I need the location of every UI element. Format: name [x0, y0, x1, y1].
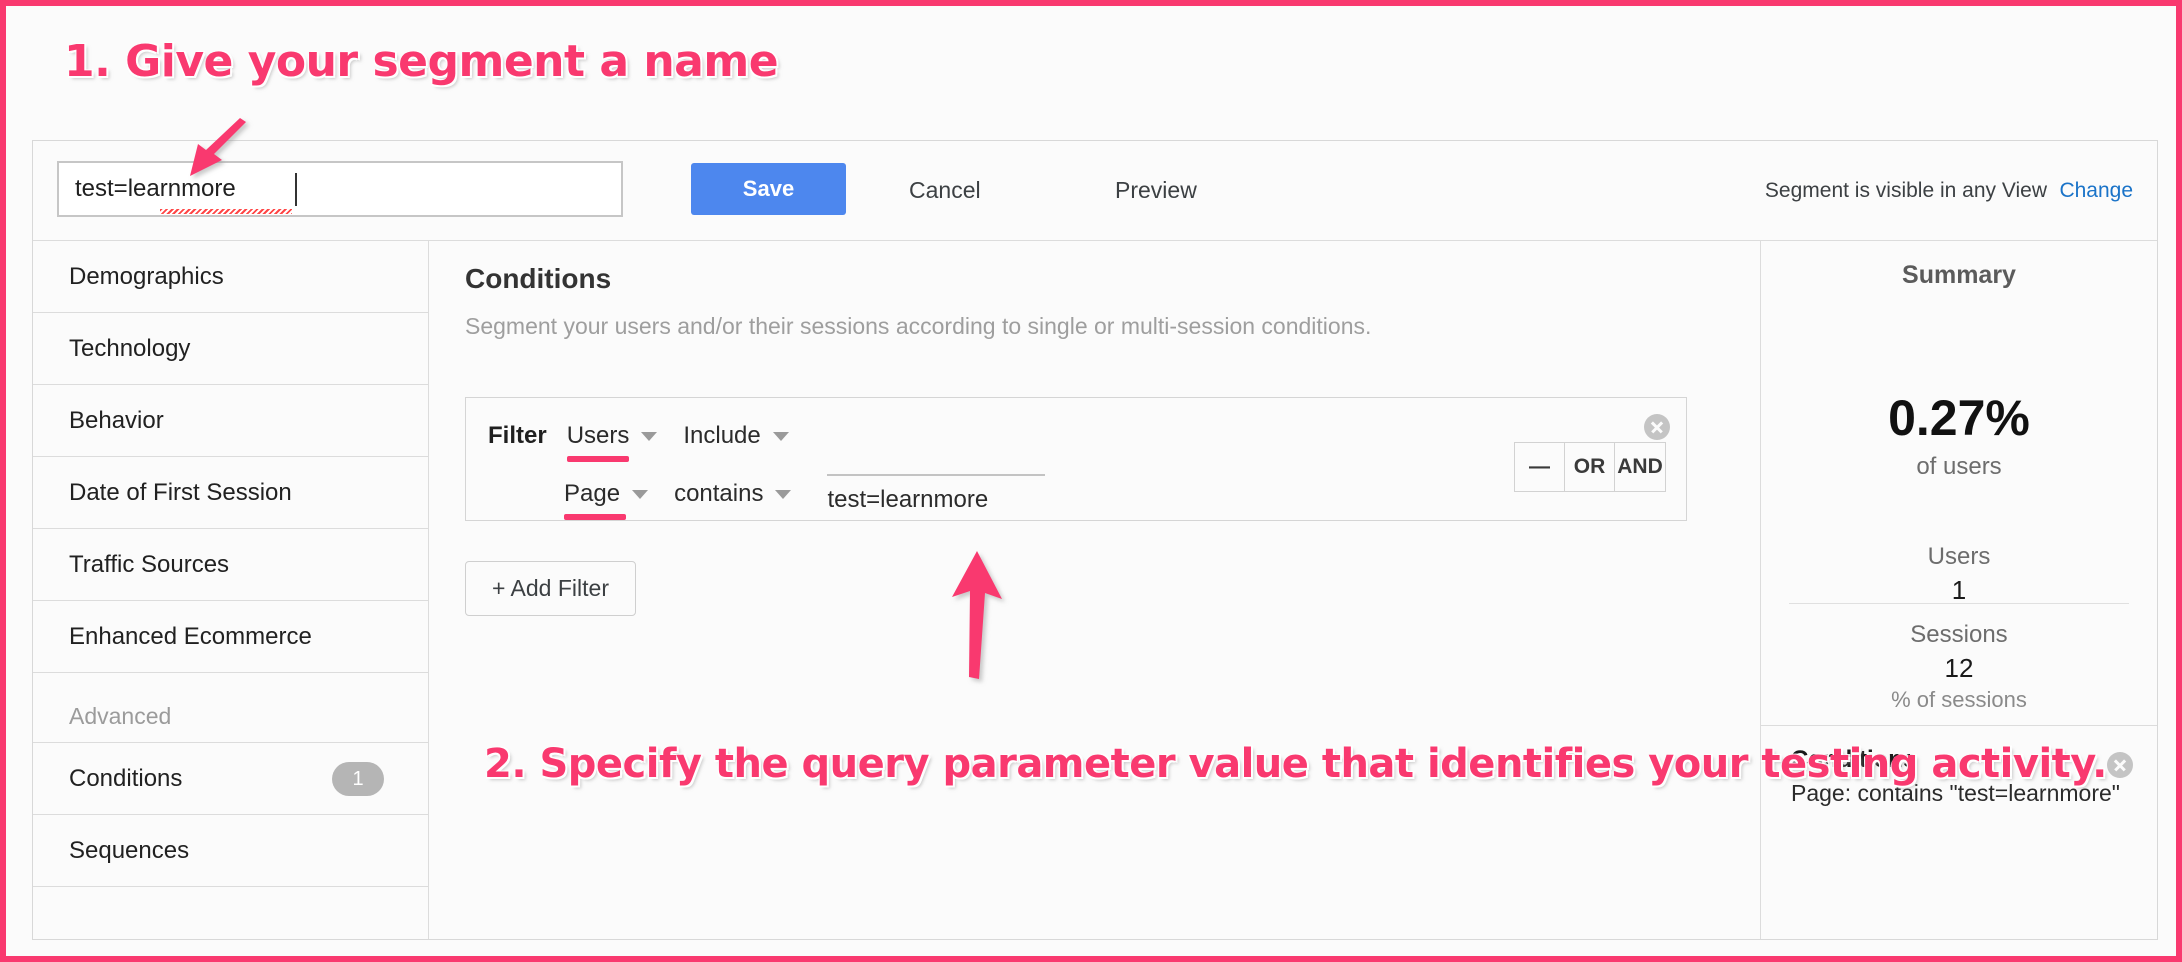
segment-name-input[interactable] — [57, 161, 623, 217]
segment-toolbar: Save Cancel Preview Segment is visible i… — [33, 141, 2157, 241]
summary-percent-value: 0.27% — [1888, 390, 2030, 446]
filter-scope-value: Users — [566, 422, 630, 449]
summary-conditions-title: Conditions — [1791, 746, 1917, 773]
filter-card: Filter Users Include Page contains test=… — [465, 397, 1687, 521]
remove-filter-close-icon[interactable] — [1644, 414, 1670, 440]
chevron-down-icon — [632, 489, 649, 499]
sidebar-item-traffic-sources[interactable]: Traffic Sources — [33, 529, 428, 601]
filter-logic-button-group: — OR AND — [1514, 442, 1666, 492]
summary-title: Summary — [1902, 261, 2016, 289]
chevron-down-icon — [772, 431, 789, 441]
segment-category-sidebar: Demographics Technology Behavior Date of… — [33, 241, 429, 939]
filter-operator-value: contains — [674, 480, 764, 507]
summary-metric-users: Users 1 — [1761, 541, 2157, 607]
sidebar-item-label: Conditions — [69, 765, 183, 792]
text-cursor — [295, 173, 297, 206]
sidebar-item-sequences[interactable]: Sequences — [33, 815, 428, 887]
remove-conditions-close-icon[interactable] — [2107, 752, 2133, 778]
sidebar-item-demographics[interactable]: Demographics — [33, 241, 428, 313]
filter-scope-dropdown[interactable]: Users — [566, 422, 658, 462]
filter-dimension-dropdown[interactable]: Page — [564, 480, 649, 520]
filter-value-field-wrap — [827, 474, 1046, 514]
segment-builder-screenshot: 1. Give your segment a name 2. Specify t… — [0, 0, 2182, 962]
preview-button[interactable]: Preview — [1115, 177, 1197, 204]
metric-value: 1 — [1951, 575, 1967, 605]
filter-condition-row: Page contains — [564, 474, 1046, 520]
sidebar-item-label: Enhanced Ecommerce — [69, 623, 312, 650]
filter-label: Filter — [488, 422, 547, 449]
conditions-count-badge: 1 — [332, 762, 384, 796]
segment-visibility-note: Segment is visible in any View — [1764, 179, 2047, 202]
page-title: Conditions — [465, 263, 612, 294]
sidebar-item-label: Traffic Sources — [69, 551, 230, 578]
filter-value-input[interactable] — [827, 486, 1046, 514]
change-visibility-link[interactable]: Change — [2059, 179, 2133, 203]
panel-body: Demographics Technology Behavior Date of… — [33, 241, 2157, 939]
save-button[interactable]: Save — [691, 163, 846, 215]
filter-inclusion-value: Include — [683, 422, 761, 449]
page-description: Segment your users and/or their sessions… — [465, 313, 1372, 339]
metric-name: Users — [1927, 543, 1991, 570]
and-button[interactable]: AND — [1615, 443, 1665, 491]
sidebar-item-date-of-first-session[interactable]: Date of First Session — [33, 457, 428, 529]
filter-dimension-value: Page — [564, 480, 621, 507]
conditions-editor: Conditions Segment your users and/or the… — [429, 241, 1761, 939]
sidebar-item-technology[interactable]: Technology — [33, 313, 428, 385]
summary-metric-sessions: Sessions 12 % of sessions — [1761, 619, 2157, 715]
filter-scope-row: Filter Users Include — [488, 422, 815, 462]
sidebar-item-conditions[interactable]: Conditions 1 — [33, 743, 428, 815]
sidebar-item-label: Date of First Session — [69, 479, 292, 506]
sidebar-item-label: Technology — [69, 335, 191, 362]
filter-operator-dropdown[interactable]: contains — [674, 480, 792, 508]
remove-filter-button[interactable]: — — [1515, 443, 1565, 491]
chevron-down-icon — [641, 431, 658, 441]
metric-value: 12 — [1944, 653, 1974, 683]
summary-conditions-detail: Page: contains "test=learnmore" — [1791, 780, 2120, 806]
summary-conditions-block: Conditions Page: contains "test=learnmor… — [1761, 725, 2157, 807]
sidebar-item-behavior[interactable]: Behavior — [33, 385, 428, 457]
add-filter-button[interactable]: + Add Filter — [465, 561, 636, 616]
summary-percent-label: of users — [1916, 453, 2002, 480]
segment-builder-panel: Save Cancel Preview Segment is visible i… — [32, 140, 2158, 940]
or-button[interactable]: OR — [1565, 443, 1615, 491]
summary-divider — [1789, 603, 2129, 604]
annotation-step-1: 1. Give your segment a name — [64, 36, 779, 87]
metric-sublabel: % of sessions — [1891, 687, 2027, 712]
filter-inclusion-dropdown[interactable]: Include — [683, 422, 789, 450]
sidebar-item-label: Demographics — [69, 263, 224, 290]
cancel-button[interactable]: Cancel — [909, 177, 981, 204]
summary-panel: Summary 0.27% of users Users 1 Sessions … — [1761, 241, 2157, 939]
chevron-down-icon — [775, 489, 792, 499]
metric-name: Sessions — [1910, 621, 2008, 648]
sidebar-item-label: Behavior — [69, 407, 164, 434]
sidebar-item-enhanced-ecommerce[interactable]: Enhanced Ecommerce — [33, 601, 428, 673]
sidebar-item-label: Sequences — [69, 837, 190, 864]
sidebar-group-advanced: Advanced — [33, 673, 428, 743]
